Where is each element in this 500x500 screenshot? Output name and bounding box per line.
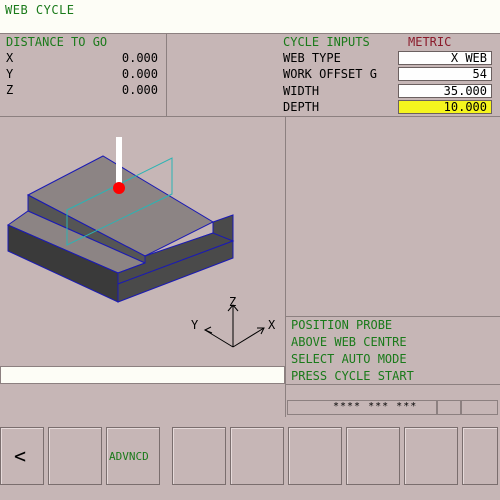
y-axis-label: Y xyxy=(191,318,199,332)
softkey-2[interactable] xyxy=(48,427,102,485)
width-field[interactable]: 35.000 xyxy=(398,84,492,98)
softkey-6[interactable] xyxy=(288,427,342,485)
unit-indicator: METRIC xyxy=(408,35,452,49)
softkey-label: ADVNCD xyxy=(109,450,149,463)
work-offset-label: WORK OFFSET G xyxy=(283,67,377,81)
distance-to-go-title: DISTANCE TO GO xyxy=(6,35,108,49)
title-bar: WEB CYCLE xyxy=(0,0,500,34)
work-offset-field[interactable]: 54 xyxy=(398,67,492,81)
softkey-7[interactable] xyxy=(346,427,400,485)
message-line: SELECT AUTO MODE xyxy=(291,352,407,366)
web-type-label: WEB TYPE xyxy=(283,51,341,65)
axis-triad-icon xyxy=(203,304,265,348)
axis-label: X xyxy=(6,51,14,65)
x-axis-label: X xyxy=(268,318,276,332)
divider xyxy=(285,316,500,317)
message-line: PRESS CYCLE START xyxy=(291,369,414,383)
status-indicator: **** *** *** xyxy=(333,401,418,412)
web-type-field[interactable]: X WEB xyxy=(398,51,492,65)
softkey-5[interactable] xyxy=(230,427,284,485)
cycle-inputs-title: CYCLE INPUTS xyxy=(283,35,370,49)
axis-value: 0.000 xyxy=(121,51,158,65)
message-line: ABOVE WEB CENTRE xyxy=(291,335,407,349)
chevron-left-icon: < xyxy=(14,444,27,468)
advanced-softkey[interactable]: ADVNCD xyxy=(106,427,160,485)
softkey-4[interactable] xyxy=(172,427,226,485)
window-title: WEB CYCLE xyxy=(5,3,75,17)
depth-field[interactable]: 10.000 xyxy=(398,100,492,114)
divider xyxy=(166,34,167,116)
web-cycle-diagram xyxy=(6,137,265,348)
status-cell xyxy=(461,400,498,415)
axis-label: Z xyxy=(6,83,14,97)
width-label: WIDTH xyxy=(283,84,320,98)
divider xyxy=(285,117,286,417)
z-axis-label: Z xyxy=(229,295,237,309)
message-line: POSITION PROBE xyxy=(291,318,393,332)
depth-label: DEPTH xyxy=(283,100,320,114)
axis-label: Y xyxy=(6,67,14,81)
divider xyxy=(285,384,500,385)
axis-value: 0.000 xyxy=(121,67,158,81)
input-line[interactable] xyxy=(0,366,285,384)
softkey-9[interactable] xyxy=(462,427,498,485)
back-softkey[interactable]: < xyxy=(0,427,44,485)
softkey-8[interactable] xyxy=(404,427,458,485)
axis-value: 0.000 xyxy=(121,83,158,97)
status-cell xyxy=(437,400,461,415)
